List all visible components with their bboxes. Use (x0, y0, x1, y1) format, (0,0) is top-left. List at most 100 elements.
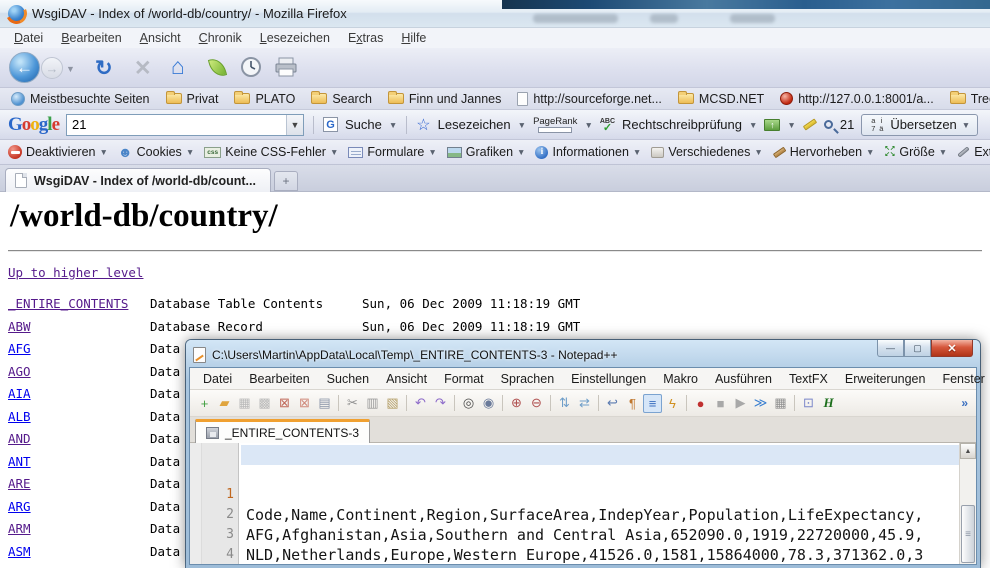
translate-dropdown-icon[interactable]: ▼ (962, 120, 970, 130)
notepad-menu-textfx[interactable]: TextFX (782, 370, 835, 388)
webdev-cookies[interactable]: ☻ Cookies ▼ (115, 144, 197, 160)
directory-entry-link[interactable]: ASM (8, 544, 31, 559)
bookmark-item[interactable]: Tree Samples (945, 91, 990, 107)
forward-button[interactable]: → (41, 57, 63, 79)
minimize-button[interactable]: — (877, 340, 904, 357)
record-macro-icon[interactable]: ● (691, 394, 710, 413)
save-icon[interactable]: ▦ (235, 394, 254, 413)
google-search-box[interactable]: ▼ (66, 114, 304, 136)
maximize-button[interactable]: ▢ (904, 340, 931, 357)
menu-item-hilfe[interactable]: Hilfe (393, 29, 434, 47)
menu-item-chronik[interactable]: Chronik (191, 29, 250, 47)
paste-icon[interactable]: ▧ (383, 394, 402, 413)
tab-wsgidav[interactable]: WsgiDAV - Index of /world-db/count... (5, 168, 271, 192)
bookmark-item[interactable]: Meistbesuchte Seiten (6, 91, 155, 107)
zoom-in-icon[interactable]: ⊕ (507, 394, 526, 413)
notepad-document-tab[interactable]: _ENTIRE_CONTENTS-3 (195, 419, 370, 443)
new-file-icon[interactable]: + (195, 394, 214, 413)
close-all-icon[interactable]: ⊠ (295, 394, 314, 413)
search-dropdown-icon[interactable]: ▼ (286, 115, 303, 135)
webdev-forms[interactable]: Formulare ▼ (345, 144, 439, 160)
close-button[interactable]: ✕ (931, 340, 973, 357)
bookmark-item[interactable]: http://127.0.0.1:8001/a... (775, 91, 939, 107)
save-macro-icon[interactable]: ▦ (771, 394, 790, 413)
autofill-dropdown-icon[interactable]: ▼ (787, 120, 795, 130)
forward-dropdown-icon[interactable]: ▼ (66, 64, 75, 74)
webdev-css[interactable]: css Keine CSS-Fehler ▼ (201, 144, 341, 160)
menu-item-bearbeiten[interactable]: Bearbeiten (53, 29, 129, 47)
bookmarks-dropdown-icon[interactable]: ▼ (518, 120, 526, 130)
cut-icon[interactable]: ✂ (343, 394, 362, 413)
directory-entry-link[interactable]: ARM (8, 521, 31, 536)
notepad-menu-ansicht[interactable]: Ansicht (379, 370, 434, 388)
notepad-menu-format[interactable]: Format (437, 370, 491, 388)
highlighter-icon[interactable] (803, 118, 817, 130)
webdev-disable[interactable]: Deaktivieren ▼ (5, 144, 111, 160)
menu-item-ansicht[interactable]: Ansicht (132, 29, 189, 47)
up-to-higher-level-link[interactable]: Up to higher level (8, 265, 143, 280)
webdev-outline[interactable]: Hervorheben ▼ (770, 144, 878, 160)
replace-icon[interactable]: ◉ (479, 394, 498, 413)
autofill-folder-icon[interactable]: ↑ (764, 119, 780, 131)
bookmark-item[interactable]: Privat (161, 91, 224, 107)
webdev-resize[interactable]: ↖↗↙↘ Größe ▼ (881, 144, 950, 160)
bookmark-item[interactable]: http://sourceforge.net... (512, 91, 667, 107)
word-wrap-icon[interactable]: ↩ (603, 394, 622, 413)
notepad-titlebar[interactable]: C:\Users\Martin\AppData\Local\Temp\_ENTI… (189, 343, 977, 367)
indent-guide-icon[interactable]: ≡ (643, 394, 662, 413)
stop-button[interactable]: ✕ (134, 56, 152, 81)
close-file-icon[interactable]: ⊠ (275, 394, 294, 413)
menu-item-extras[interactable]: Extras (340, 29, 391, 47)
open-file-icon[interactable]: ▰ (215, 394, 234, 413)
menu-item-datei[interactable]: Datei (6, 29, 51, 47)
notepad-menu-ausfhren[interactable]: Ausführen (708, 370, 779, 388)
notepad-menu-erweiterungen[interactable]: Erweiterungen (838, 370, 933, 388)
spellcheck-dropdown-icon[interactable]: ▼ (749, 120, 757, 130)
notepad-menu-makro[interactable]: Makro (656, 370, 705, 388)
translate-button[interactable]: ai7ä Übersetzen ▼ (861, 114, 978, 136)
directory-entry-link[interactable]: _ENTIRE_CONTENTS (8, 296, 128, 311)
editor-vertical-scrollbar[interactable]: ▲ ≡ (959, 443, 976, 564)
doc-switcher-icon[interactable]: ϟ (663, 394, 682, 413)
directory-entry-link[interactable]: ALB (8, 409, 31, 424)
notepad-menu-fenster[interactable]: Fenster (935, 370, 990, 388)
html-tidy-icon[interactable]: H (819, 394, 838, 413)
pagerank-widget[interactable]: PageRank (533, 117, 577, 133)
play-macro-icon[interactable]: ▶ (731, 394, 750, 413)
notepad-menu-datei[interactable]: Datei (196, 370, 239, 388)
find-icon[interactable]: ◎ (459, 394, 478, 413)
new-tab-button[interactable]: + (274, 171, 298, 191)
search-options-dropdown-icon[interactable]: ▼ (389, 120, 397, 130)
directory-entry-link[interactable]: ABW (8, 319, 31, 334)
feedly-leaf-icon[interactable] (208, 56, 227, 78)
toolbar-overflow-chevron[interactable]: » (961, 396, 971, 410)
stop-macro-icon[interactable]: ■ (711, 394, 730, 413)
google-search-button[interactable]: Suche (345, 117, 382, 132)
bookmark-item[interactable]: Finn und Jannes (383, 91, 506, 107)
directory-entry-link[interactable]: ARG (8, 499, 31, 514)
zoom-magnifier-icon[interactable] (824, 120, 833, 129)
back-button[interactable]: ← (9, 52, 40, 83)
directory-entry-link[interactable]: ARE (8, 476, 31, 491)
run-macro-multi-icon[interactable]: ≫ (751, 394, 770, 413)
directory-entry-link[interactable]: AFG (8, 341, 31, 356)
redo-icon[interactable]: ↷ (431, 394, 450, 413)
bookmark-item[interactable]: MCSD.NET (673, 91, 769, 107)
webdev-miscellaneous[interactable]: Verschiedenes ▼ (648, 144, 765, 160)
webdev-information[interactable]: i Informationen ▼ (532, 144, 644, 160)
pagerank-dropdown-icon[interactable]: ▼ (584, 120, 592, 130)
print-icon[interactable] (274, 56, 298, 78)
notepad-menu-einstellungen[interactable]: Einstellungen (564, 370, 653, 388)
bookmark-item[interactable]: PLATO (229, 91, 300, 107)
notepad-menu-suchen[interactable]: Suchen (320, 370, 376, 388)
notepad-editor[interactable]: 1 Code,Name,Continent,Region,SurfaceArea… (190, 443, 976, 564)
sync-vertical-icon[interactable]: ⇅ (555, 394, 574, 413)
print-icon[interactable]: ▤ (315, 394, 334, 413)
directory-entry-link[interactable]: AND (8, 431, 31, 446)
google-bookmarks-button[interactable]: Lesezeichen (438, 117, 511, 132)
run-icon[interactable]: ⊡ (799, 394, 818, 413)
notepad-menu-bearbeiten[interactable]: Bearbeiten (242, 370, 316, 388)
directory-entry-link[interactable]: ANT (8, 454, 31, 469)
directory-entry-link[interactable]: AGO (8, 364, 31, 379)
bookmark-item[interactable]: Search (306, 91, 377, 107)
